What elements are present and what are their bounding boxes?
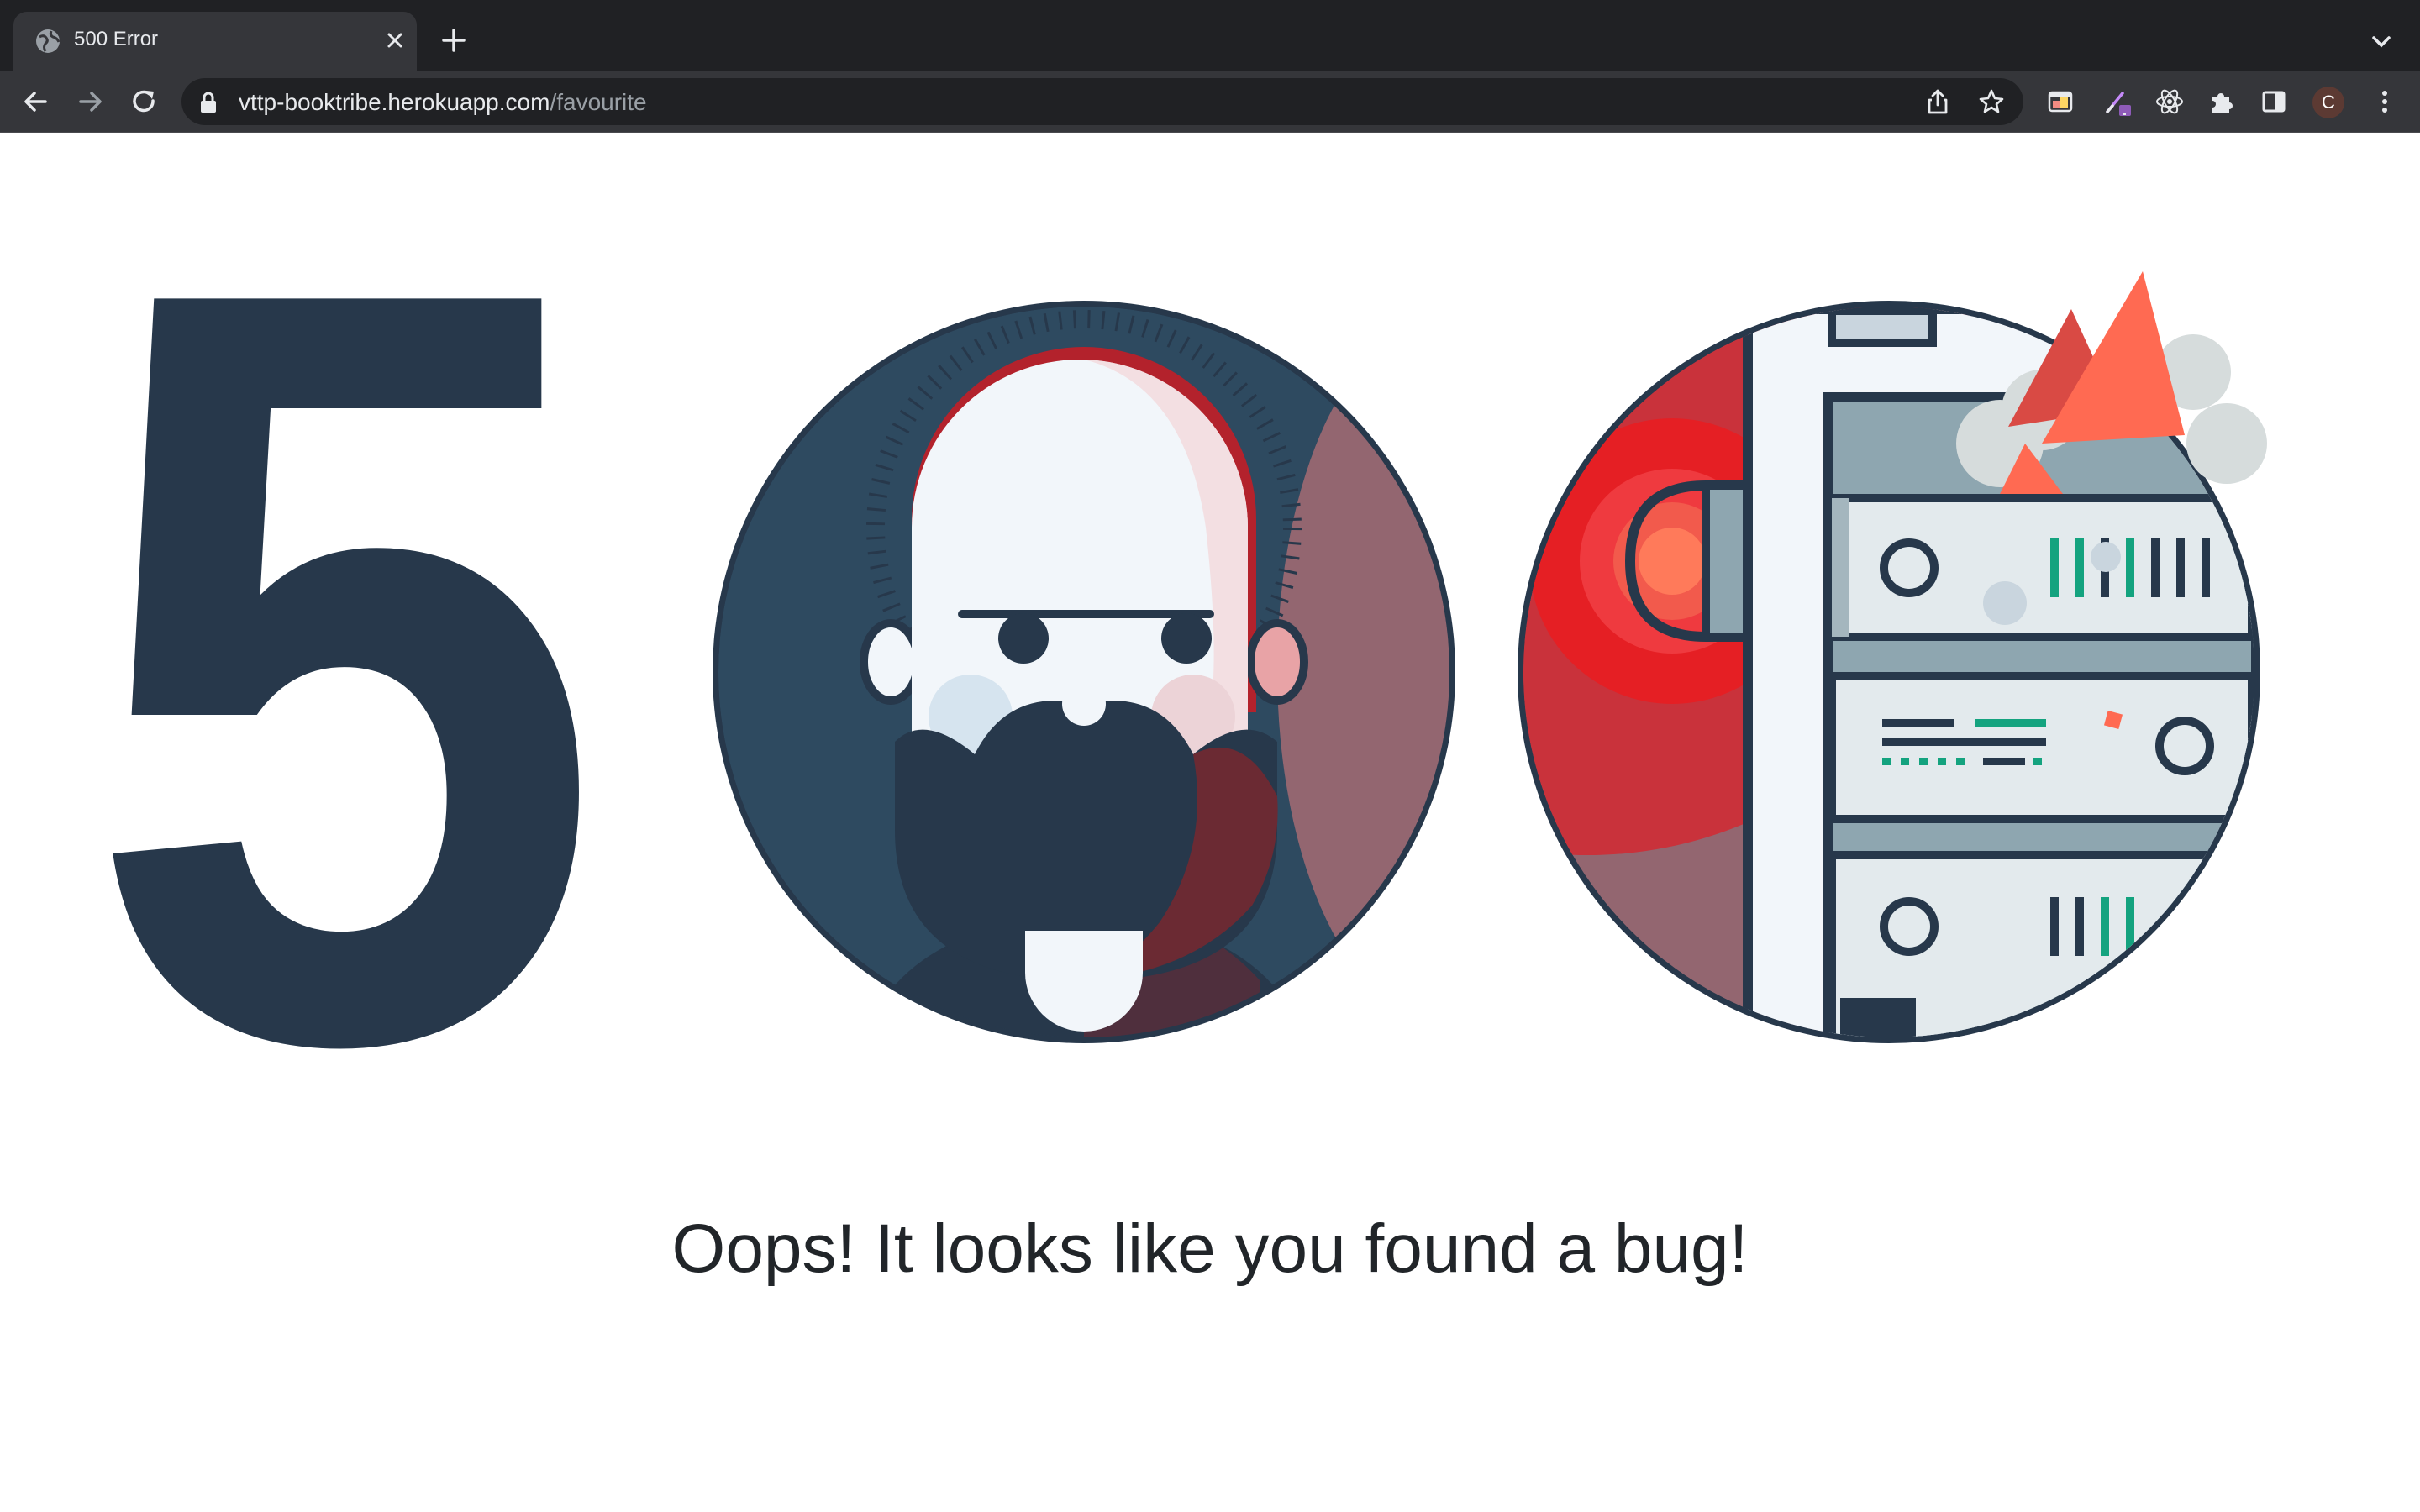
tab-strip: 500 Error [0, 0, 2420, 71]
bearded-developer-circle [713, 301, 1455, 1043]
arrow-right-icon[interactable] [74, 85, 108, 118]
reload-icon[interactable] [128, 85, 161, 118]
profile-avatar[interactable]: C [2312, 87, 2344, 118]
tab-500-error[interactable]: 500 Error [13, 12, 417, 71]
address-bar[interactable]: vttp-booktribe.herokuapp.com/favourite [182, 78, 2023, 125]
url-text[interactable]: vttp-booktribe.herokuapp.com/favourite [239, 89, 647, 116]
url-host: vttp-booktribe.herokuapp.com [239, 89, 550, 115]
globe-icon [36, 29, 60, 53]
arrow-left-icon[interactable] [18, 85, 52, 118]
error-message: Oops! It looks like you found a bug! [671, 1210, 1749, 1287]
browser-toolbar: vttp-booktribe.herokuapp.com/favourite C [0, 71, 2420, 133]
new-tab-icon[interactable] [437, 24, 471, 57]
error-500-illustration: 5 [84, 133, 2267, 1225]
chevron-down-icon[interactable] [2366, 27, 2396, 57]
url-path: /favourite [550, 89, 647, 115]
extension-screenshot-icon[interactable] [2044, 85, 2077, 118]
react-devtools-icon[interactable] [2153, 85, 2186, 118]
side-panel-icon[interactable] [2257, 85, 2291, 118]
lock-icon[interactable] [198, 92, 218, 113]
bookmark-star-icon[interactable] [1976, 87, 2007, 117]
more-menu-icon[interactable] [2368, 85, 2402, 118]
share-icon[interactable] [1923, 87, 1953, 117]
error-digit-five: 5 [84, 133, 605, 1225]
extensions-puzzle-icon[interactable] [2205, 85, 2238, 118]
extension-colorpicker-icon[interactable] [2101, 85, 2134, 118]
close-tab-icon[interactable] [380, 25, 410, 55]
tab-title: 500 Error [74, 28, 159, 50]
